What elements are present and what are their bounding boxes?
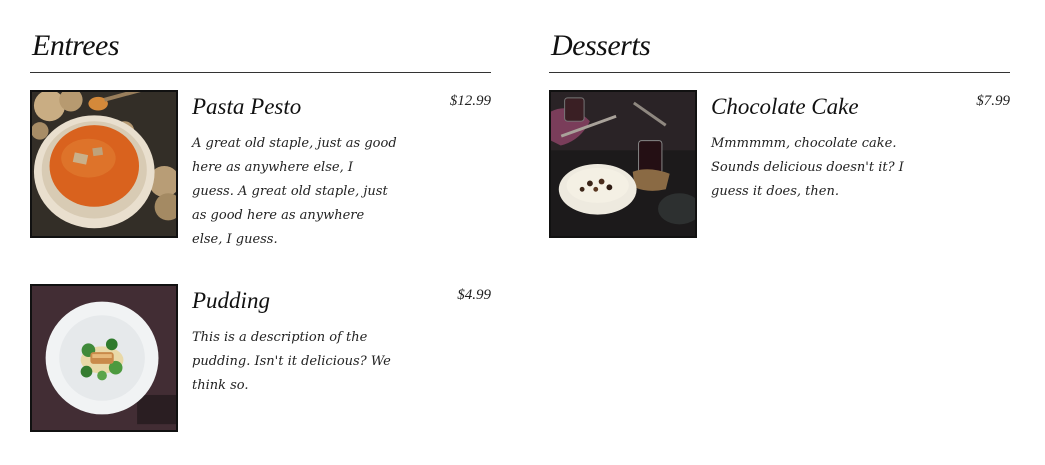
menu-page: Entrees Pasta Pesto $12.99 A great old s… [0,0,1045,465]
soup-bowl-image[interactable] [30,90,178,238]
menu-item-description: This is a description of the pudding. Is… [192,330,391,393]
section-divider [549,72,1010,73]
menu-item-name: Pudding [192,288,270,313]
menu-item-price: $7.99 [976,93,1010,109]
menu-item-name: Chocolate Cake [711,94,859,119]
menu-item-name: Pasta Pesto [192,94,302,119]
desserts-section: Desserts Chocolate Cake $7.99 Mmmmmm, ch… [549,28,1010,238]
menu-item-description: A great old staple, just as good here as… [192,136,397,247]
section-title-entrees: Entrees [32,29,120,62]
plated-dish-image[interactable] [30,284,178,432]
entrees-section: Entrees Pasta Pesto $12.99 A great old s… [30,28,491,432]
section-divider [30,72,491,73]
menu-item-description: Mmmmmm, chocolate cake. Sounds delicious… [711,136,904,199]
menu-item-price: $12.99 [449,93,491,109]
dessert-bowl-image[interactable] [549,90,697,238]
menu-item-price: $4.99 [457,287,491,303]
section-title-desserts: Desserts [551,29,651,62]
